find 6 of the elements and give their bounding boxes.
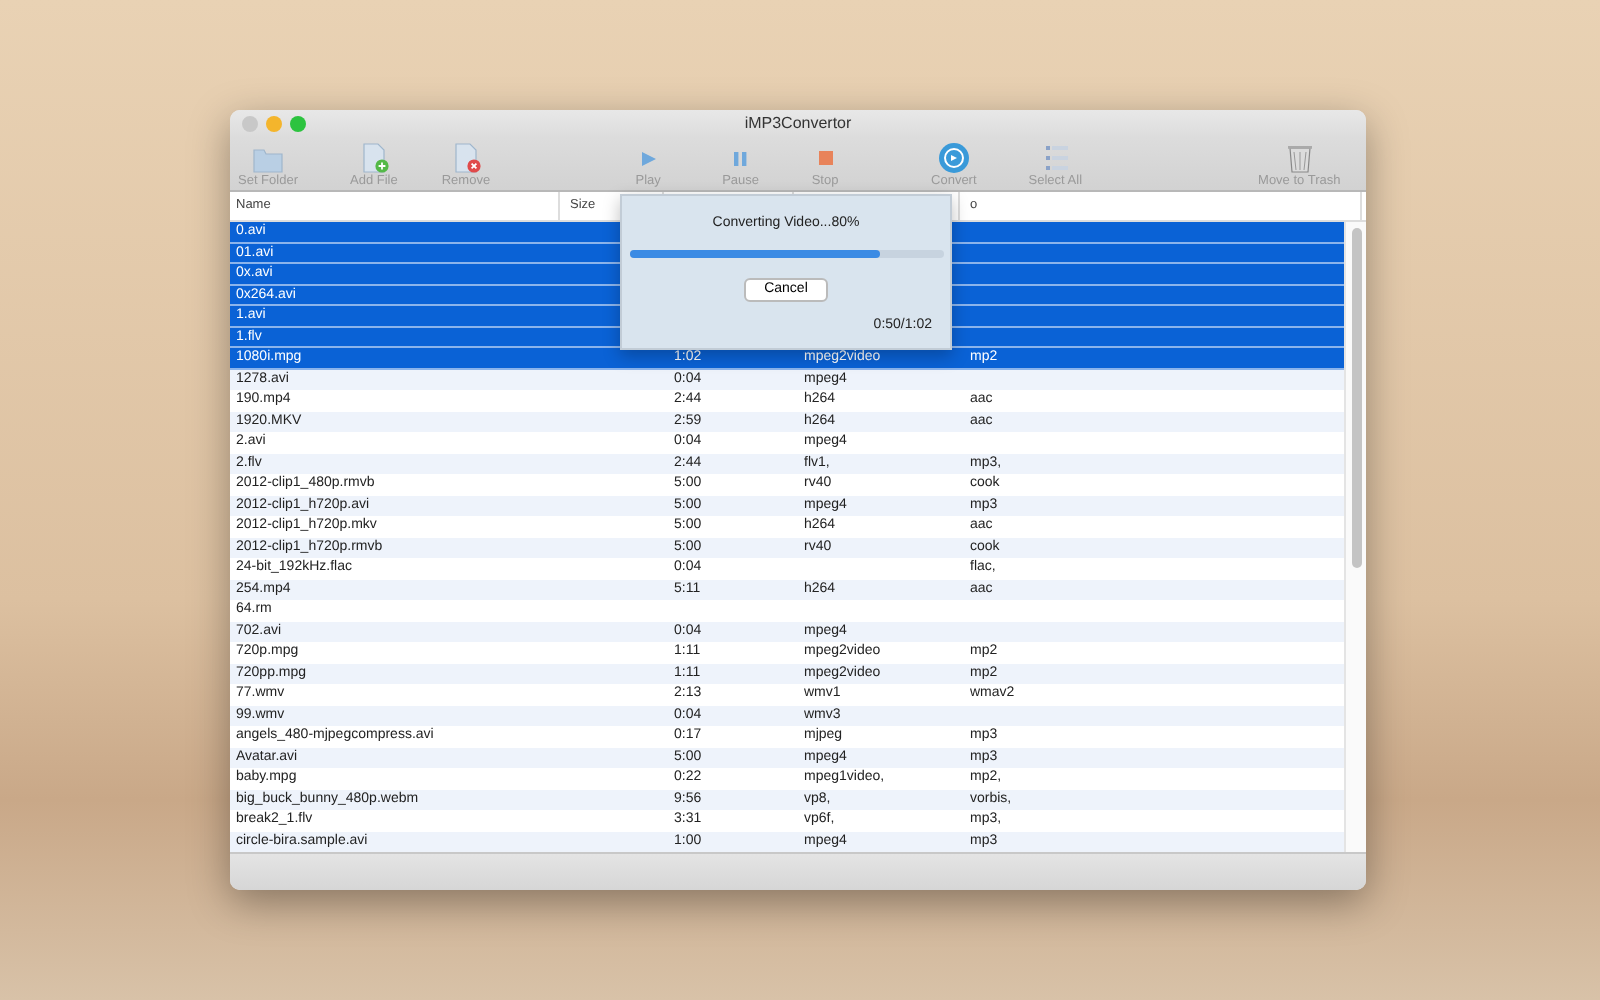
zoom-icon[interactable]: [290, 116, 306, 132]
convert-icon: [935, 141, 972, 174]
close-icon[interactable]: [242, 116, 258, 132]
scrollbar[interactable]: [1344, 222, 1366, 853]
minimize-icon[interactable]: [266, 116, 282, 132]
window-title: iMP3Convertor: [744, 111, 852, 136]
